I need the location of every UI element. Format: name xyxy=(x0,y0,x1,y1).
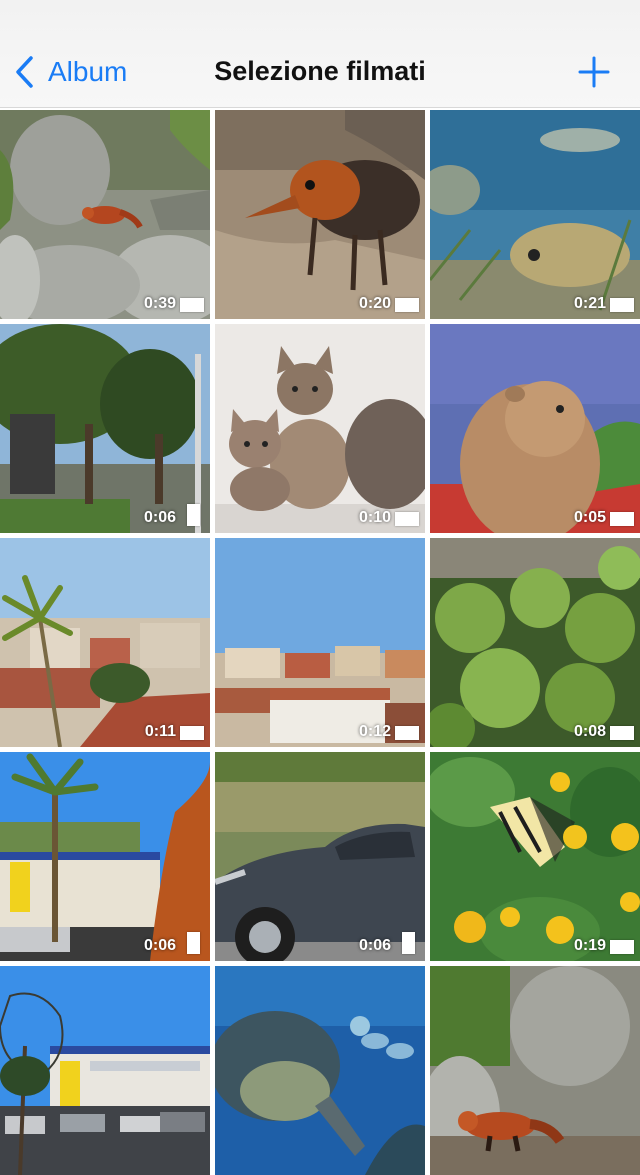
video-badge-icon xyxy=(395,298,419,312)
video-thumbnail[interactable] xyxy=(430,966,640,1175)
video-thumbnail[interactable]: 0:39 xyxy=(0,110,210,319)
video-preview-image xyxy=(0,966,210,1175)
video-thumbnail[interactable]: 0:12 xyxy=(215,538,425,747)
video-badge-icon xyxy=(402,932,415,954)
navigation-bar: Album Selezione filmati xyxy=(0,0,640,108)
video-badge-icon xyxy=(187,932,200,954)
video-badge-icon xyxy=(395,512,419,526)
add-icon[interactable] xyxy=(578,56,610,88)
video-duration: 0:10 xyxy=(358,509,391,526)
video-preview-image xyxy=(430,752,640,961)
video-badge-icon xyxy=(610,940,634,954)
video-badge-icon xyxy=(610,298,634,312)
video-preview-image xyxy=(430,110,640,319)
video-thumbnail[interactable]: 0:08 xyxy=(430,538,640,747)
video-preview-image xyxy=(0,538,210,747)
video-duration: 0:11 xyxy=(144,723,176,740)
video-duration: 0:06 xyxy=(143,509,176,526)
video-thumbnail[interactable]: 0:05 xyxy=(430,324,640,533)
video-thumbnail[interactable] xyxy=(0,966,210,1175)
video-preview-image xyxy=(430,966,640,1175)
video-badge-icon xyxy=(180,298,204,312)
video-preview-image xyxy=(0,324,210,533)
video-duration: 0:39 xyxy=(143,295,176,312)
video-preview-image xyxy=(0,110,210,319)
video-duration: 0:08 xyxy=(573,723,606,740)
video-badge-icon xyxy=(187,504,200,526)
video-thumbnail[interactable]: 0:11 xyxy=(0,538,210,747)
video-thumbnail[interactable]: 0:19 xyxy=(430,752,640,961)
video-thumbnail[interactable]: 0:06 xyxy=(0,324,210,533)
video-thumbnail[interactable]: 0:20 xyxy=(215,110,425,319)
video-preview-image xyxy=(215,538,425,747)
video-preview-image xyxy=(430,324,640,533)
video-preview-image xyxy=(215,110,425,319)
video-duration: 0:06 xyxy=(143,937,176,954)
video-preview-image xyxy=(0,752,210,961)
video-badge-icon xyxy=(610,512,634,526)
video-duration: 0:21 xyxy=(573,295,606,312)
video-grid: 0:39 0:20 0:21 0:06 0:10 0:05 0:11 0:12 … xyxy=(0,110,640,1175)
video-badge-icon xyxy=(180,726,204,740)
video-duration: 0:05 xyxy=(573,509,606,526)
video-thumbnail[interactable]: 0:06 xyxy=(215,752,425,961)
video-preview-image xyxy=(215,324,425,533)
video-preview-image xyxy=(215,966,425,1175)
video-duration: 0:12 xyxy=(358,723,391,740)
video-preview-image xyxy=(215,752,425,961)
video-badge-icon xyxy=(610,726,634,740)
video-badge-icon xyxy=(395,726,419,740)
video-duration: 0:19 xyxy=(573,937,606,954)
video-thumbnail[interactable]: 0:21 xyxy=(430,110,640,319)
video-thumbnail[interactable]: 0:10 xyxy=(215,324,425,533)
page-title: Selezione filmati xyxy=(214,56,426,86)
video-thumbnail[interactable] xyxy=(215,966,425,1175)
video-duration: 0:20 xyxy=(358,295,391,312)
video-preview-image xyxy=(430,538,640,747)
video-duration: 0:06 xyxy=(358,937,391,954)
video-thumbnail[interactable]: 0:06 xyxy=(0,752,210,961)
